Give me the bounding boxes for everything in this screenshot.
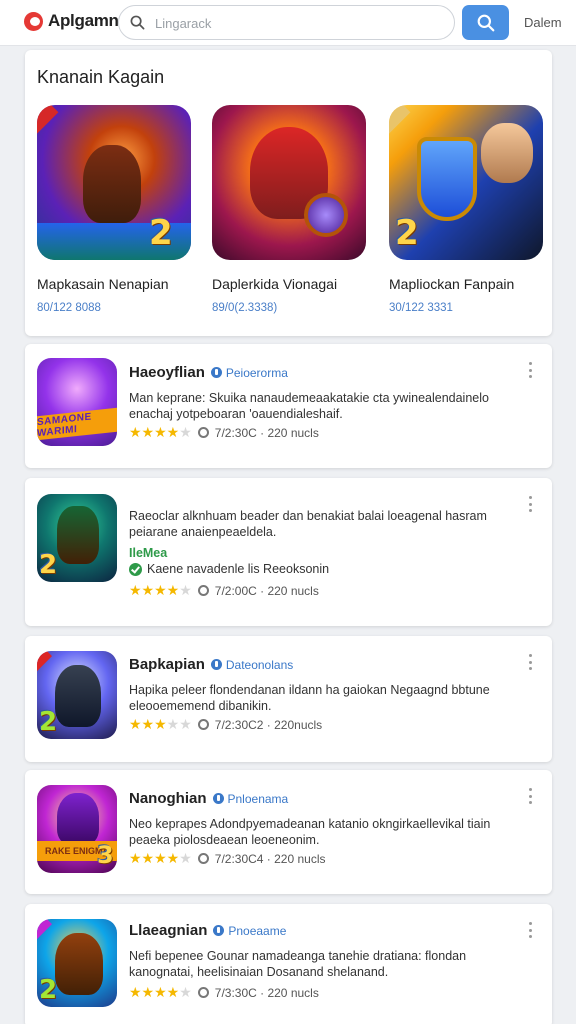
star-rating: ★★★★★ [129,582,192,598]
rating-row: ★★★★★ 7/2:30C · 220 nucls [129,424,319,441]
more-options-icon[interactable] [524,788,536,804]
game-description: Man keprane: Skuika nanaudemeaakatakie c… [129,391,489,421]
game-stats: 7/2:30C2 · 220nucls [214,717,323,732]
game-title[interactable]: Nanoghian [129,790,207,807]
game-thumbnail: 2 [37,651,117,739]
check-icon [129,562,142,576]
settings-icon [197,853,209,864]
game-description: Neo keprapes Adondpyemadeanan katanio ok… [129,817,491,847]
rating-row: ★★★★★ 7/2:30C4 · 220 nucls [129,850,326,867]
game-description: Nefi bepenee Gounar namadeanga tanehie d… [129,949,467,979]
verified-icon [210,659,222,670]
app-name: Aplgamn [48,11,119,30]
star-rating: ★★★★★ [129,984,192,1000]
settings-icon [197,585,209,596]
developer-name: Pnoeaame [228,923,287,938]
developer-name: Peioerorma [225,365,288,380]
featured-title: Knanain Kagain [37,67,165,87]
game-description: Raeoclar alknhuam beader dan benakiat ba… [129,509,487,539]
game-thumbnail: 2 [37,494,117,582]
more-options-icon[interactable] [524,496,536,512]
more-options-icon[interactable] [524,922,536,938]
star-rating: ★★★★★ [129,716,192,732]
thumbnail-badge: 2 [39,550,58,580]
search-icon [130,15,145,30]
game-list-item[interactable]: 2 Llaeagnian Pnoeaame Nefi bepenee Gouna… [25,904,552,1024]
search-icon [477,14,494,31]
game-title-row: Haeoyflian Peioerorma [129,364,288,381]
verified-row: Kaene navadenle lis Reeoksonin [129,562,329,576]
game-stats: 7/3:30C · 220 nucls [214,985,319,1000]
rating-row: ★★★★★ 7/3:30C · 220 nucls [129,984,319,1001]
more-options-icon[interactable] [524,362,536,378]
settings-icon [197,719,209,730]
featured-section: Knanain Kagain 2 Mapkasain Nenapian 80/1… [25,50,552,336]
game-title-row: Nanoghian Pnloenama [129,790,288,807]
game-list-item[interactable]: 2 Bapkapian Dateonolans Hapika peleer fl… [25,636,552,762]
featured-item-title: Daplerkida Vionagai [212,276,338,292]
featured-item-meta: 89/0(2.3338) [212,302,278,314]
game-thumbnail: 2 [37,919,117,1007]
thumbnail-badge: 3 [97,841,114,869]
more-options-icon[interactable] [524,654,536,670]
verified-text: Kaene navadenle lis Reeoksonin [147,562,330,576]
game-title-row: Llaeagnian Pnoeaame [129,922,286,939]
developer-name: Dateonolans [225,657,294,672]
game-thumbnail: SAMAONE WARIMI [37,358,117,446]
logo-icon [24,11,43,31]
featured-item-title: Mapkasain Nenapian [37,276,169,292]
featured-badge: 2 [395,213,419,253]
game-list-item[interactable]: 2 Raeoclar alknhuam beader dan benakiat … [25,478,552,626]
settings-icon [197,427,209,438]
search-button[interactable] [462,5,509,40]
game-thumbnail: RAKE ENIGMA 3 [37,785,117,873]
featured-item[interactable]: 2 Mapkasain Nenapian 80/122 8088 [37,105,191,314]
game-title[interactable]: Bapkapian [129,656,205,673]
top-bar: Aplgamn Dalem [0,0,576,46]
settings-icon [197,987,209,998]
verified-icon [212,793,224,804]
header-link[interactable]: Dalem [524,15,562,30]
game-list-item[interactable]: RAKE ENIGMA 3 Nanoghian Pnloenama Neo ke… [25,770,552,894]
game-stats: 7/2:00C · 220 nucls [214,583,319,598]
developer[interactable]: Dateonolans [210,657,294,672]
featured-badge: 2 [149,213,173,253]
status-badge: IleMea [129,546,168,560]
game-stats: 7/2:30C · 220 nucls [214,425,319,440]
developer[interactable]: Peioerorma [210,365,288,380]
game-list-item[interactable]: SAMAONE WARIMI Haeoyflian Peioerorma Man… [25,344,552,468]
game-title[interactable]: Llaeagnian [129,922,207,939]
featured-item-meta: 80/122 8088 [37,302,101,314]
game-description: Hapika peleer flondendanan ildann ha gai… [129,683,490,713]
game-title-row: Bapkapian Dateonolans [129,656,293,673]
verified-icon [213,925,225,936]
featured-item[interactable]: Daplerkida Vionagai 89/0(2.3338) [212,105,366,314]
rating-row: ★★★★★ 7/2:00C · 220 nucls [129,582,319,599]
thumbnail-badge: 2 [39,975,58,1005]
game-title[interactable]: Haeoyflian [129,364,205,381]
developer[interactable]: Pnoeaame [213,924,286,938]
game-stats: 7/2:30C4 · 220 nucls [214,851,326,866]
featured-item-title: Mapliockan Fanpain [389,276,515,292]
game-art: 2 [37,105,191,260]
verified-icon [210,367,222,378]
star-rating: ★★★★★ [129,850,192,866]
thumbnail-label: SAMAONE WARIMI [37,411,92,440]
featured-item[interactable]: 2 Mapliockan Fanpain 30/122 3331 [389,105,543,314]
app-logo[interactable]: Aplgamn [24,11,119,31]
star-rating: ★★★★★ [129,424,192,440]
featured-item-meta: 30/122 3331 [389,302,453,314]
game-art [212,105,366,260]
search-box[interactable] [118,5,455,40]
game-art: 2 [389,105,543,260]
developer[interactable]: Pnloenama [212,791,289,806]
thumbnail-badge: 2 [39,707,58,737]
search-input[interactable] [155,12,445,34]
rating-row: ★★★★★ 7/2:30C2 · 220nucls [129,716,322,733]
developer-name: Pnloenama [227,791,289,806]
